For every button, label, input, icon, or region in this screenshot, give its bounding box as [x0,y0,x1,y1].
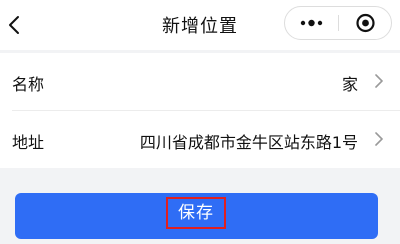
name-row[interactable]: 名称 家 [0,53,400,110]
address-label: 地址 [12,133,45,152]
chevron-right-icon [375,132,383,146]
name-label: 名称 [12,75,45,94]
nav-bar: 新增位置 [0,0,400,50]
name-value: 家 [341,75,358,94]
address-value: 四川省成都市金牛区站东路1号 [139,133,358,152]
more-button[interactable] [285,7,338,39]
target-close-icon [356,13,375,33]
save-button-label[interactable]: 保存 [166,197,226,229]
more-dots-icon [300,19,323,27]
chevron-right-icon [375,74,383,88]
mini-program-capsule [284,6,392,40]
address-row[interactable]: 地址 四川省成都市金牛区站东路1号 [0,111,400,168]
location-form: 名称 家 地址 四川省成都市金牛区站东路1号 [0,53,400,168]
close-button[interactable] [339,7,392,39]
